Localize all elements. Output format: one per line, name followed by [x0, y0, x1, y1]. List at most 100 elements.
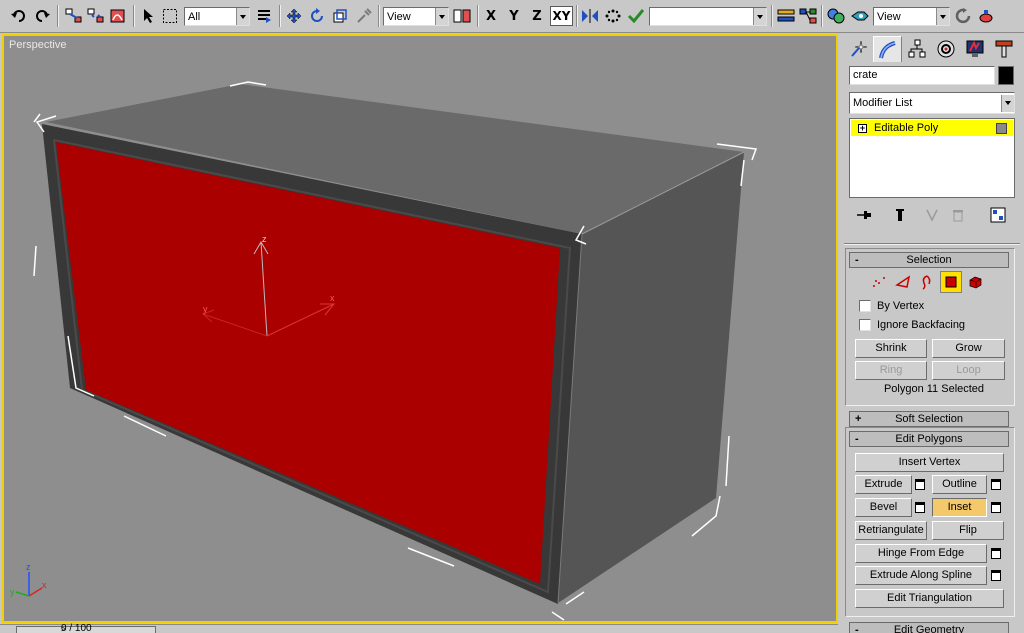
insert-vertex-button[interactable]: Insert Vertex [855, 453, 1004, 472]
axis-y-label: y [10, 587, 15, 597]
ignore-backfacing-label: Ignore Backfacing [877, 319, 966, 331]
configure-modifier-sets-icon[interactable] [989, 206, 1007, 224]
flip-button[interactable]: Flip [932, 521, 1004, 540]
restrict-z-button[interactable]: Z [527, 6, 547, 26]
tab-display[interactable] [960, 36, 989, 62]
tab-modify[interactable] [873, 36, 902, 62]
axis-z-label: z [26, 562, 31, 572]
pivot-center-icon[interactable] [452, 6, 472, 26]
polygon-level-icon[interactable] [940, 271, 962, 293]
undo-icon[interactable] [9, 6, 29, 26]
toolbar-separator [576, 5, 578, 27]
move-icon[interactable] [284, 6, 304, 26]
restrict-xy-button[interactable]: XY [550, 6, 573, 26]
ring-button[interactable]: Ring [855, 361, 927, 380]
outline-button[interactable]: Outline [932, 475, 987, 494]
create-icon [850, 40, 867, 57]
object-name-input[interactable]: crate [849, 66, 995, 85]
redo-icon[interactable] [32, 6, 52, 26]
inset-settings-icon[interactable] [989, 499, 1002, 516]
expand-icon[interactable]: + [858, 123, 867, 133]
inset-button[interactable]: Inset [932, 498, 987, 517]
pin-stack-icon[interactable] [855, 206, 873, 224]
show-end-result-icon[interactable] [891, 206, 909, 224]
command-panel-tabs [844, 36, 1022, 62]
edit-geometry-rollout-header[interactable]: - Edit Geometry [849, 622, 1009, 633]
array-icon[interactable] [603, 6, 623, 26]
shrink-button[interactable]: Shrink [855, 339, 927, 358]
perspective-viewport[interactable]: z y x z x y Perspective [2, 34, 838, 623]
chevron-down-icon [936, 8, 949, 25]
select-object-icon[interactable] [138, 6, 158, 26]
hinge-settings-icon[interactable] [989, 545, 1002, 562]
collapse-sign: - [855, 624, 859, 633]
retriangulate-button[interactable]: Retriangulate [855, 521, 927, 540]
checkbox-box[interactable] [859, 319, 871, 331]
material-editor-icon[interactable] [826, 6, 846, 26]
extrude-settings-icon[interactable] [913, 476, 926, 493]
tab-create[interactable] [844, 36, 873, 62]
toolbar-separator [279, 5, 281, 27]
quick-render-icon[interactable] [954, 6, 974, 26]
scale-icon[interactable] [330, 6, 350, 26]
rectangular-selection-icon[interactable] [160, 6, 180, 26]
next-frame-arrow[interactable]: > [61, 624, 153, 633]
teapot-render-icon[interactable] [976, 6, 996, 26]
time-slider[interactable]: 0 / 100 > [16, 623, 156, 633]
select-by-name-icon[interactable] [254, 6, 274, 26]
unlink-selection-icon[interactable] [86, 6, 106, 26]
hinge-from-edge-button[interactable]: Hinge From Edge [855, 544, 987, 563]
bind-to-space-warp-icon[interactable] [108, 6, 128, 26]
rotate-icon[interactable] [307, 6, 327, 26]
loop-button[interactable]: Loop [932, 361, 1005, 380]
chevron-down-icon [753, 8, 766, 25]
border-level-icon[interactable] [916, 271, 938, 293]
selection-rollout-header[interactable]: - Selection [849, 252, 1009, 268]
mirror-icon[interactable] [580, 6, 600, 26]
manipulate-icon[interactable] [354, 6, 374, 26]
extrude-button[interactable]: Extrude [855, 475, 912, 494]
stack-item-toggle-icon[interactable] [996, 122, 1007, 134]
track-view-icon[interactable] [776, 6, 796, 26]
select-and-link-icon[interactable] [64, 6, 84, 26]
edit-polygons-title: Edit Polygons [895, 433, 963, 445]
soft-selection-rollout-header[interactable]: + Soft Selection [849, 411, 1009, 427]
align-icon[interactable] [626, 6, 646, 26]
reference-coordinate-dropdown[interactable]: View [383, 7, 449, 26]
edit-triangulation-button[interactable]: Edit Triangulation [855, 589, 1004, 608]
make-unique-icon[interactable] [925, 206, 943, 224]
checkbox-box[interactable] [859, 300, 871, 312]
stack-item-editable-poly[interactable]: + Editable Poly [851, 120, 1013, 136]
schematic-view-icon[interactable] [798, 6, 818, 26]
outline-settings-icon[interactable] [989, 476, 1002, 493]
by-vertex-checkbox[interactable]: By Vertex [859, 300, 924, 312]
restrict-y-button[interactable]: Y [504, 6, 524, 26]
soft-selection-title: Soft Selection [895, 413, 963, 425]
edit-polygons-rollout-header[interactable]: - Edit Polygons [849, 431, 1009, 447]
axis-x-label: x [42, 580, 47, 590]
grow-button[interactable]: Grow [932, 339, 1005, 358]
bevel-button[interactable]: Bevel [855, 498, 912, 517]
ignore-backfacing-checkbox[interactable]: Ignore Backfacing [859, 319, 965, 331]
collapse-sign: - [855, 254, 859, 266]
named-selection-sets-dropdown[interactable] [649, 7, 767, 26]
selection-filter-dropdown[interactable]: All [184, 7, 250, 26]
tab-motion[interactable] [931, 36, 960, 62]
object-color-swatch[interactable] [998, 66, 1014, 85]
tab-utilities[interactable] [989, 36, 1018, 62]
modifier-list-dropdown[interactable]: Modifier List [849, 92, 1015, 114]
viewport-scene: z y x z x y [10, 81, 758, 621]
restrict-x-button[interactable]: X [481, 6, 501, 26]
render-type-dropdown[interactable]: View [873, 7, 950, 26]
render-scene-icon[interactable] [850, 6, 870, 26]
extrude-along-spline-settings-icon[interactable] [989, 567, 1002, 584]
vertex-level-icon[interactable] [868, 271, 890, 293]
extrude-along-spline-button[interactable]: Extrude Along Spline [855, 566, 987, 585]
remove-modifier-icon[interactable] [949, 206, 967, 224]
tab-hierarchy[interactable] [902, 36, 931, 62]
time-slider-bar: 0 / 100 > [0, 623, 838, 633]
viewport-label[interactable]: Perspective [9, 39, 66, 51]
edge-level-icon[interactable] [892, 271, 914, 293]
element-level-icon[interactable] [964, 271, 986, 293]
bevel-settings-icon[interactable] [913, 499, 926, 516]
